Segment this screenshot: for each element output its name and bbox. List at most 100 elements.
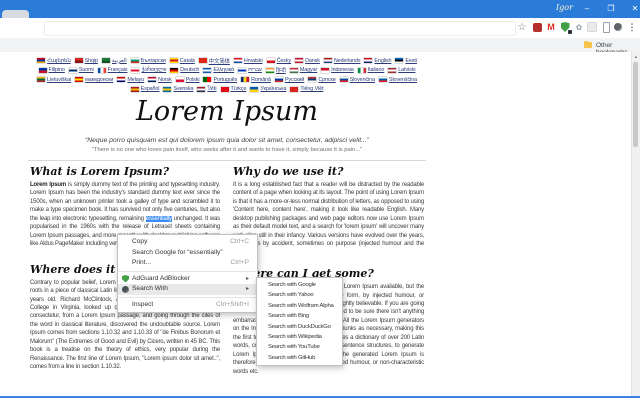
selected-text: essentially: [145, 215, 172, 222]
language-link[interactable]: Suomi: [68, 67, 94, 74]
language-link[interactable]: Pyccкий: [274, 76, 305, 83]
close-button[interactable]: ✕: [626, 1, 640, 17]
language-label: Slovenčina: [349, 76, 375, 83]
language-link[interactable]: Hrvatski: [233, 57, 263, 64]
language-label: македонски: [85, 76, 114, 83]
language-link[interactable]: Eesti: [395, 57, 417, 64]
extension-red-square-icon[interactable]: [531, 21, 543, 34]
menu-item-print[interactable]: Print... Ctrl+P: [118, 258, 257, 269]
submenu-item-search-with-wolfram-alpha[interactable]: Search with Wolfram Alpha: [257, 301, 342, 311]
language-row: Filipino Suomi Français ქართული Deutsch Ελλην…: [28, 66, 426, 76]
submenu-item-search-with-github[interactable]: Search with GitHub: [257, 353, 342, 363]
language-link[interactable]: Nederlands: [323, 58, 361, 64]
language-link[interactable]: Polski: [175, 77, 200, 83]
language-link[interactable]: 中文简体: [198, 57, 230, 65]
gmail-extension-icon[interactable]: M: [545, 21, 557, 34]
extension-flower-icon[interactable]: ✿: [573, 21, 585, 34]
language-link[interactable]: Tiếng Việt: [290, 86, 323, 92]
language-link[interactable]: Lietuviškai: [37, 77, 71, 83]
language-link[interactable]: ქართული: [131, 67, 166, 73]
browser-tab[interactable]: [2, 10, 29, 18]
language-link[interactable]: العربية: [101, 58, 127, 64]
toolbar: ☆ M ✿ ⋮: [0, 18, 640, 38]
submenu-item-search-with-duckduckgo[interactable]: Search with DuckDuckGo: [257, 322, 342, 332]
flag-icon: [148, 77, 157, 83]
language-link[interactable]: Latviski: [388, 67, 416, 73]
language-link[interactable]: Filipino: [38, 67, 65, 73]
language-link[interactable]: Indonesia: [321, 67, 354, 73]
language-link[interactable]: Slovenščina: [378, 76, 417, 83]
language-link[interactable]: English: [364, 58, 392, 64]
minimize-button[interactable]: –: [578, 1, 596, 17]
language-links: Հայերեն Shqip العربية Български Català 中文简体 Hr…: [28, 56, 426, 94]
menu-item-copy[interactable]: Copy Ctrl+C: [118, 237, 257, 248]
language-link[interactable]: ไทย: [197, 85, 217, 93]
submenu-item-search-with-bing[interactable]: Search with Bing: [257, 311, 342, 321]
language-link[interactable]: Italiano: [357, 67, 384, 73]
language-link[interactable]: हिन्दी: [265, 66, 286, 74]
language-link[interactable]: Svenska: [163, 86, 193, 92]
page-title: Lorem Ipsum: [135, 96, 319, 127]
menu-item-label: Inspect: [132, 300, 154, 308]
address-bar[interactable]: [44, 21, 516, 36]
menu-item-inspect[interactable]: Inspect Ctrl+Shift+I: [118, 300, 257, 311]
flag-icon: [241, 77, 250, 83]
language-link[interactable]: Dansk: [295, 58, 320, 64]
bookmark-star-icon[interactable]: ☆: [516, 21, 528, 34]
language-link[interactable]: Norsk: [148, 77, 172, 83]
language-link[interactable]: Türkçe: [220, 86, 246, 92]
language-link[interactable]: Català: [169, 58, 195, 64]
language-link[interactable]: Български: [130, 58, 166, 64]
language-link[interactable]: Português: [203, 77, 237, 83]
paragraph-why-use: It is a long established fact that a rea…: [233, 182, 424, 256]
extension-disabled-icon[interactable]: [586, 21, 598, 34]
scrollbar[interactable]: ▲: [631, 52, 640, 397]
language-link[interactable]: Shqip: [74, 57, 98, 64]
language-label: Suomi: [78, 67, 94, 74]
language-link[interactable]: Melayu: [117, 77, 144, 83]
language-link[interactable]: Ελληνικά: [203, 67, 234, 73]
menu-item-search-google-for-essentially[interactable]: Search Google for “essentially”: [118, 248, 257, 259]
language-link[interactable]: Deutsch: [170, 67, 199, 73]
flag-icon: [131, 67, 140, 73]
language-link[interactable]: Magyar: [289, 67, 317, 73]
language-link[interactable]: Français: [97, 67, 128, 73]
language-label: Hrvatski: [243, 57, 263, 64]
chrome-menu-icon[interactable]: ⋮: [626, 21, 638, 34]
scrollbar-thumb[interactable]: [633, 62, 638, 147]
language-link[interactable]: Slovenčina: [339, 76, 375, 83]
adguard-extension-icon[interactable]: [559, 21, 572, 34]
search-with-icon: [122, 286, 129, 293]
language-label: Slovenščina: [388, 76, 417, 83]
quote-latin: “Neque porro quisquam est qui dolorem ip…: [84, 137, 370, 144]
flag-icon: [68, 67, 77, 73]
language-link[interactable]: македонски: [75, 77, 113, 83]
scrollbar-up-icon[interactable]: ▲: [632, 53, 640, 61]
submenu-item-search-with-yahoo[interactable]: Search with Yahoo: [257, 290, 342, 300]
language-link[interactable]: Հայերեն: [37, 58, 71, 64]
language-label: Eesti: [405, 57, 417, 64]
flag-icon: [163, 86, 172, 92]
context-menu: Copy Ctrl+C Search Google for “essentially…: [117, 234, 258, 313]
menu-item-adguard-adblocker[interactable]: AdGuard AdBlocker ▸: [118, 274, 257, 285]
language-link[interactable]: Română: [241, 77, 271, 83]
language-link[interactable]: Español: [130, 86, 160, 92]
menu-item-search-with[interactable]: Search With ▸: [118, 284, 257, 295]
language-label: Melayu: [127, 76, 145, 83]
submenu-arrow-icon: ▸: [245, 286, 249, 292]
maximize-button[interactable]: ❐: [602, 1, 620, 17]
extension-phone-icon[interactable]: [600, 21, 612, 34]
search-with-extension-icon[interactable]: [612, 21, 624, 34]
language-label: Pyccкий: [284, 76, 305, 83]
submenu-item-search-with-google[interactable]: Search with Google: [257, 280, 342, 290]
submenu-item-search-with-youtube[interactable]: Search with YouTube: [257, 342, 342, 352]
submenu-item-search-with-wikipedia[interactable]: Search with Wikipedia: [257, 332, 342, 342]
language-label: Shqip: [84, 57, 98, 64]
language-link[interactable]: Українська: [250, 86, 286, 92]
language-link[interactable]: Česky: [266, 58, 291, 64]
language-label: Norsk: [158, 76, 172, 83]
flag-icon: [289, 67, 298, 73]
language-link[interactable]: עברית: [238, 67, 262, 73]
menu-shortcut: Ctrl+Shift+I: [216, 300, 249, 308]
language-link[interactable]: Српски: [308, 77, 336, 83]
